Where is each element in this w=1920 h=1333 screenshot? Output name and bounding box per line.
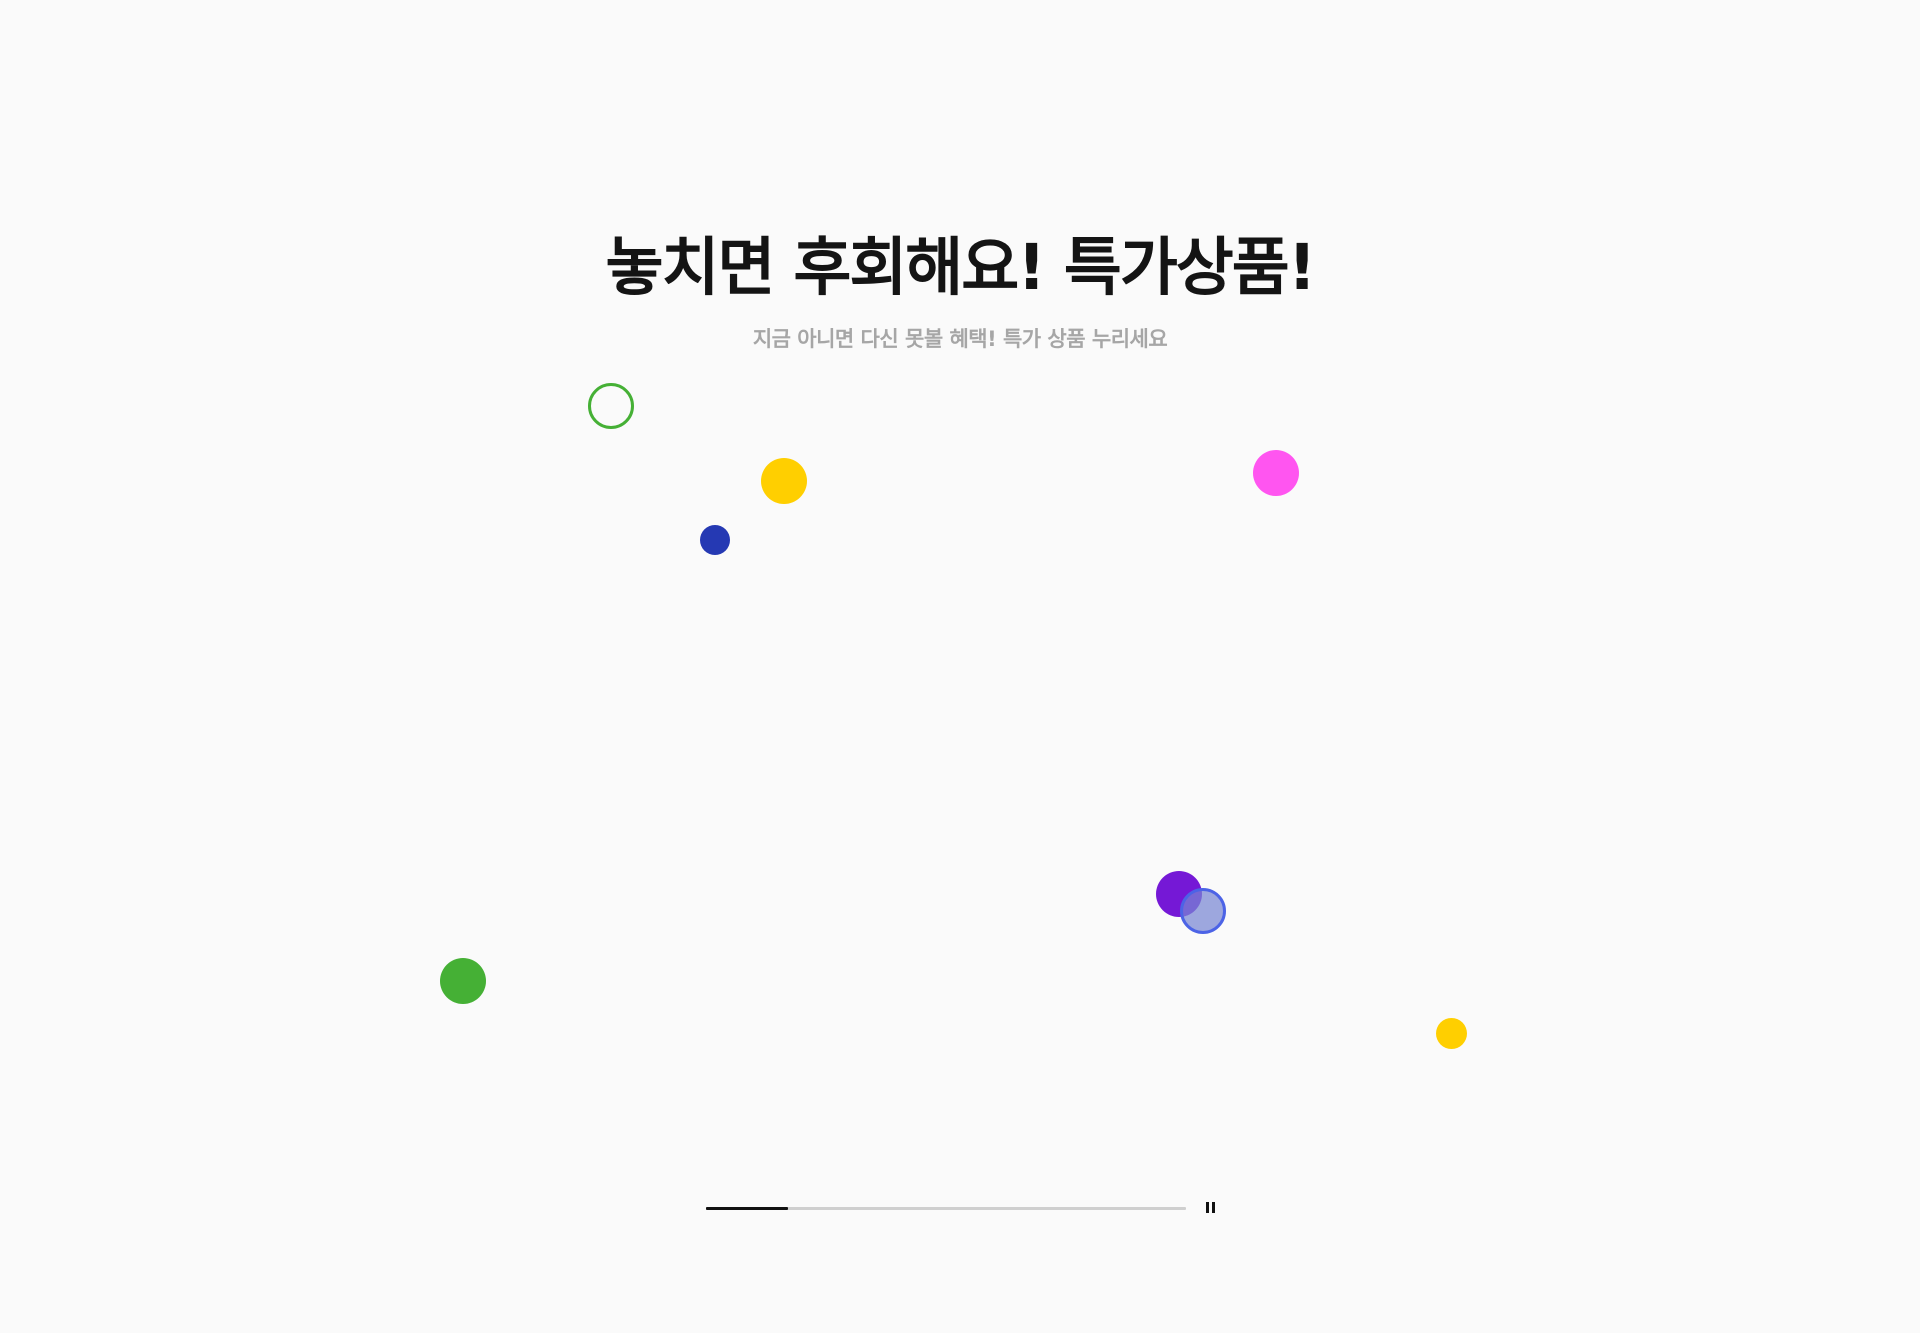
navy-dot (700, 525, 730, 555)
yellow-dot-small (1436, 1018, 1467, 1049)
page-title: 놓치면 후회해요! 특가상품! (605, 231, 1317, 304)
ring-green-dot (588, 383, 634, 429)
yellow-dot-large (761, 458, 807, 504)
magenta-dot (1253, 450, 1299, 496)
promo-section: 놓치면 후회해요! 특가상품! 지금 아니면 다신 못볼 혜택! 특가 상품 누… (0, 0, 1920, 1333)
green-dot (440, 958, 486, 1004)
slide-progress-fill (706, 1207, 788, 1210)
pause-button[interactable] (1203, 1200, 1219, 1216)
translucent-blue-dot (1180, 888, 1226, 934)
slide-progress-bar[interactable] (706, 1207, 1186, 1210)
page-subtitle: 지금 아니면 다신 못볼 혜택! 특가 상품 누리세요 (752, 327, 1168, 351)
